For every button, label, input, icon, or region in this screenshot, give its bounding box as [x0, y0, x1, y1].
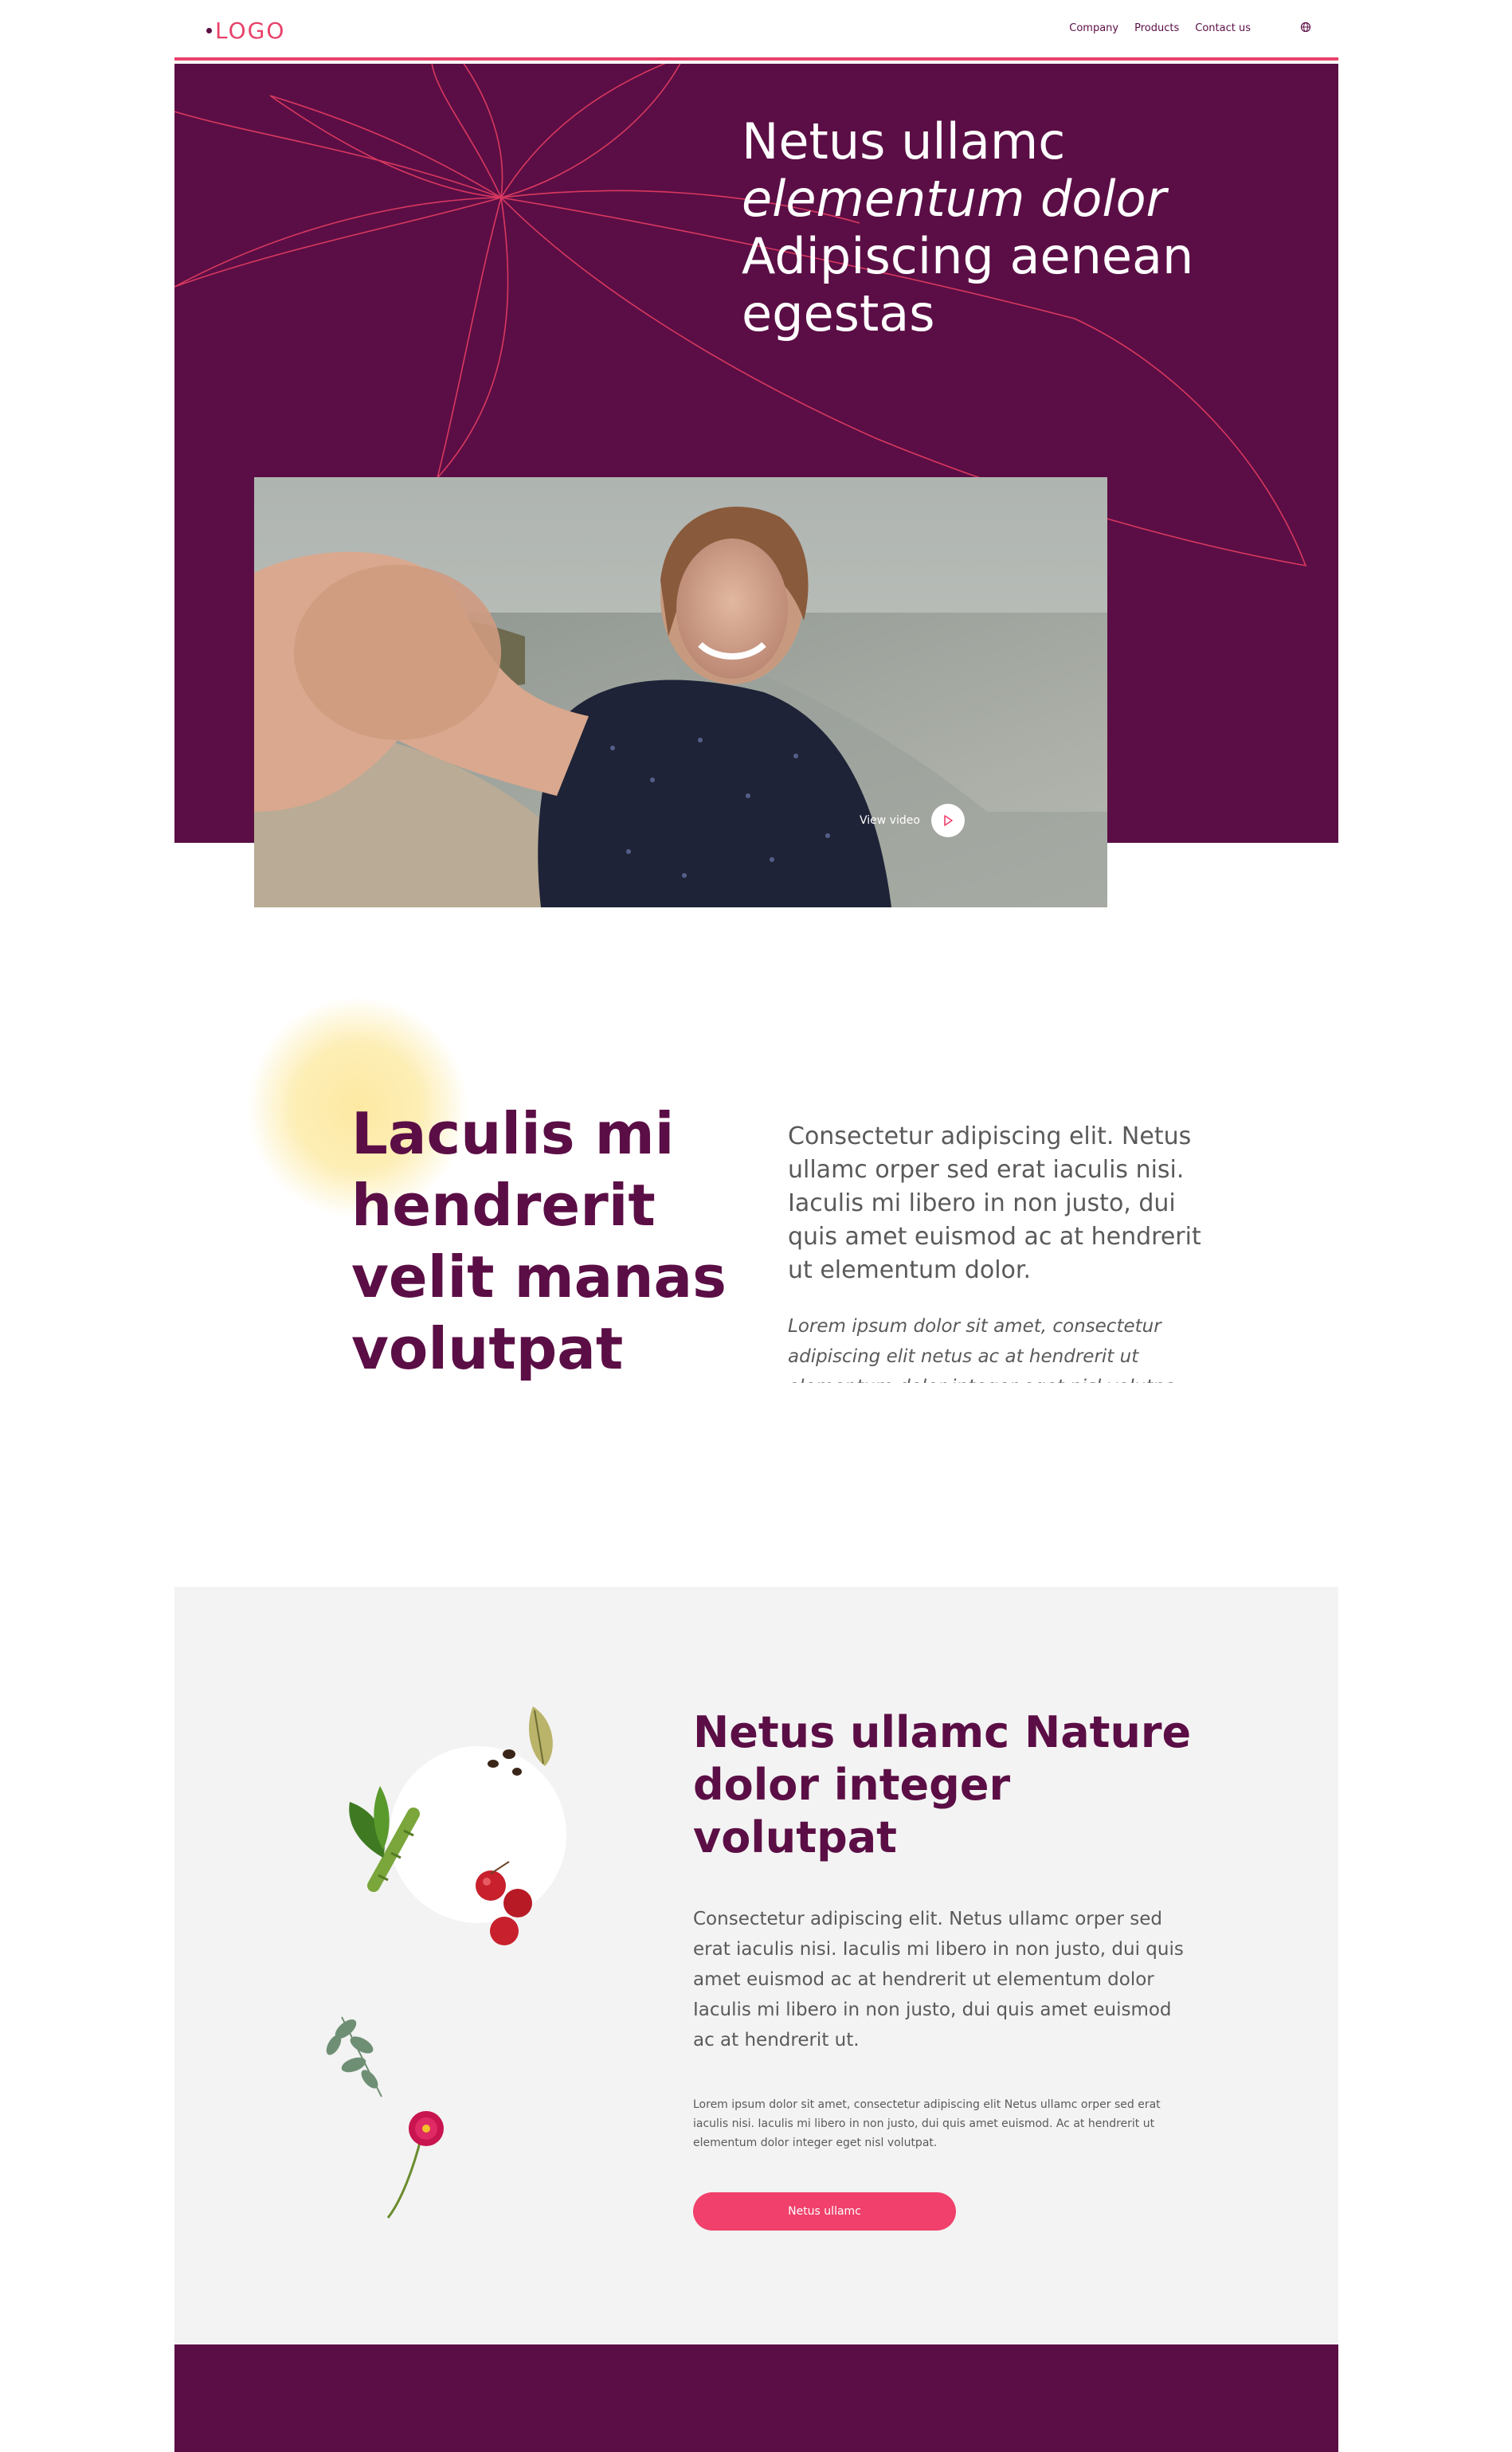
intro-title-line2: hendrerit: [351, 1172, 656, 1239]
video-scene: [254, 477, 1107, 907]
berries-icon: [476, 1861, 532, 1945]
intro-body: Consectetur adipiscing elit. Netus ullam…: [788, 1122, 1201, 1284]
hero-title-line1: Netus ullamc: [742, 112, 1066, 170]
play-button[interactable]: [930, 804, 965, 837]
botanical-illustrations: [326, 1706, 553, 2219]
nature-title: Netus ullamc Nature dolor integer volutp…: [693, 1706, 1191, 1864]
footer: [174, 2344, 1338, 2452]
hero-title-line2: elementum dolor: [742, 170, 1166, 228]
logo-text: LOGO: [215, 18, 286, 44]
nav-contact-us[interactable]: Contact us: [1195, 22, 1251, 34]
eucalyptus-icon: [326, 2016, 382, 2098]
logo[interactable]: LOGO: [206, 18, 285, 44]
hero-title-line4: egestas: [742, 284, 935, 343]
page: LOGO Company Products Contact us Netus u…: [174, 0, 1338, 2452]
play-icon: [944, 815, 953, 826]
main-nav: Company Products Contact us: [1069, 22, 1251, 34]
intro-title-line4: volutpat: [351, 1315, 624, 1382]
globe-icon[interactable]: [1300, 22, 1311, 33]
view-video-label: View video: [860, 814, 920, 827]
site-header: LOGO Company Products Contact us: [174, 0, 1338, 61]
nature-title-line2: dolor integer: [693, 1760, 1011, 1810]
intro-title: Laculis mi hendrerit velit manas volutpa…: [351, 1098, 727, 1385]
nature-section: Netus ullamc Nature dolor integer volutp…: [174, 1587, 1338, 2344]
nav-company[interactable]: Company: [1069, 22, 1118, 34]
hero-title-line3: Adipiscing aenean: [742, 227, 1194, 285]
seeds-icon: [488, 1749, 522, 1776]
video-thumbnail[interactable]: View video: [254, 477, 1107, 907]
bamboo-leaf-icon: [349, 1786, 420, 1892]
nav-products[interactable]: Products: [1134, 22, 1179, 34]
intro-title-line3: velit manas: [351, 1244, 727, 1310]
nature-title-line1: Netus ullamc Nature: [693, 1707, 1192, 1757]
view-video-control[interactable]: View video: [860, 804, 965, 837]
logo-dot: [206, 28, 212, 33]
nature-small-text: Lorem ipsum dolor sit amet, consectetur …: [693, 2098, 1161, 2149]
cta-button[interactable]: Netus ullamc: [693, 2192, 956, 2231]
intro-title-line1: Laculis mi: [351, 1100, 675, 1167]
nature-body: Consectetur adipiscing elit. Netus ullam…: [693, 1909, 1184, 2051]
nature-title-line3: volutpat: [693, 1812, 897, 1863]
daisy-flower-icon: [386, 2111, 444, 2219]
intro-small-text: Lorem ipsum dolor sit amet, consectetur …: [788, 1316, 1181, 1383]
hero-title: Netus ullamc elementum dolor Adipiscing …: [742, 113, 1193, 343]
